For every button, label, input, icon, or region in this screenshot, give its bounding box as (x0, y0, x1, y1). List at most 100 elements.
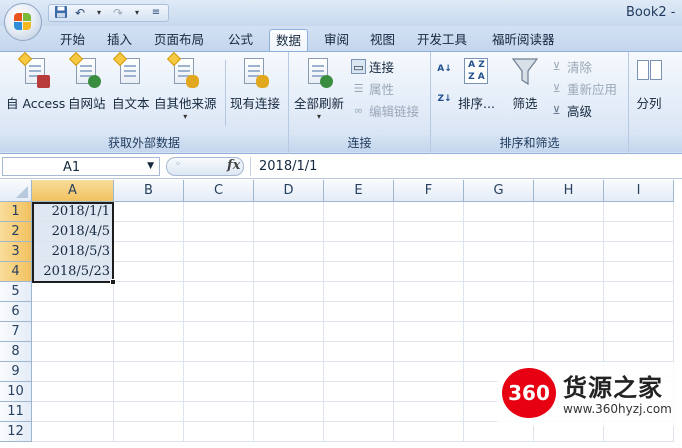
customize-icon[interactable]: ≡ (148, 5, 164, 21)
cell-d9[interactable] (254, 362, 324, 382)
cell-f8[interactable] (394, 342, 464, 362)
cell-c1[interactable] (184, 202, 254, 222)
tab-page-layout[interactable]: 页面布局 (148, 29, 210, 52)
cell-b5[interactable] (114, 282, 184, 302)
cell-i7[interactable] (604, 322, 674, 342)
cell-h1[interactable] (534, 202, 604, 222)
column-header-a[interactable]: A (32, 180, 114, 202)
cell-e1[interactable] (324, 202, 394, 222)
cell-b8[interactable] (114, 342, 184, 362)
row-header-5[interactable]: 5 (0, 282, 32, 302)
row-header-10[interactable]: 10 (0, 382, 32, 402)
cell-c4[interactable] (184, 262, 254, 282)
cell-h6[interactable] (534, 302, 604, 322)
column-header-b[interactable]: B (114, 180, 184, 202)
from-web-button[interactable]: 自网站 (68, 51, 106, 112)
cell-h8[interactable] (534, 342, 604, 362)
filter-button[interactable]: 筛选 (511, 56, 539, 112)
fill-handle[interactable] (110, 279, 116, 285)
cell-d5[interactable] (254, 282, 324, 302)
advanced-filter-button[interactable]: ⊻ 高级 (549, 101, 592, 120)
reapply-button[interactable]: ⊻ 重新应用 (549, 79, 617, 98)
cell-a1[interactable]: 2018/1/1 (32, 202, 114, 222)
cell-b9[interactable] (114, 362, 184, 382)
cell-i5[interactable] (604, 282, 674, 302)
row-header-3[interactable]: 3 (0, 242, 32, 262)
cell-f9[interactable] (394, 362, 464, 382)
existing-connections-button[interactable]: 现有连接 (230, 56, 280, 112)
column-header-c[interactable]: C (184, 180, 254, 202)
cell-f5[interactable] (394, 282, 464, 302)
row-header-4[interactable]: 4 (0, 262, 32, 282)
cell-f4[interactable] (394, 262, 464, 282)
chevron-down-icon[interactable]: ▼ (147, 161, 154, 171)
cell-f12[interactable] (394, 422, 464, 442)
cell-e12[interactable] (324, 422, 394, 442)
cell-c11[interactable] (184, 402, 254, 422)
cell-a5[interactable] (32, 282, 114, 302)
tab-view[interactable]: 视图 (364, 29, 401, 52)
cell-i2[interactable] (604, 222, 674, 242)
formula-input[interactable]: 2018/1/1 (250, 157, 682, 176)
cell-a10[interactable] (32, 382, 114, 402)
cell-i4[interactable] (604, 262, 674, 282)
cell-d12[interactable] (254, 422, 324, 442)
cell-e9[interactable] (324, 362, 394, 382)
cell-d11[interactable] (254, 402, 324, 422)
row-header-8[interactable]: 8 (0, 342, 32, 362)
cell-f10[interactable] (394, 382, 464, 402)
cell-e4[interactable] (324, 262, 394, 282)
office-button[interactable] (4, 3, 42, 41)
cell-f3[interactable] (394, 242, 464, 262)
cell-h7[interactable] (534, 322, 604, 342)
cell-e10[interactable] (324, 382, 394, 402)
cell-c6[interactable] (184, 302, 254, 322)
cell-g5[interactable] (464, 282, 534, 302)
tab-data[interactable]: 数据 (269, 29, 309, 52)
cell-h3[interactable] (534, 242, 604, 262)
cell-f7[interactable] (394, 322, 464, 342)
tab-review[interactable]: 审阅 (318, 29, 355, 52)
cell-d7[interactable] (254, 322, 324, 342)
undo-icon[interactable]: ↶ (72, 5, 88, 21)
cell-e2[interactable] (324, 222, 394, 242)
from-access-button[interactable]: 自 Access (6, 51, 65, 112)
cell-i8[interactable] (604, 342, 674, 362)
edit-links-button[interactable]: ∞ 编辑链接 (351, 101, 419, 120)
tab-formulas[interactable]: 公式 (222, 29, 259, 52)
refresh-all-button[interactable]: 全部刷新 ▾ (294, 56, 344, 121)
cell-a2[interactable]: 2018/4/5 (32, 222, 114, 242)
cell-i1[interactable] (604, 202, 674, 222)
redo-dropdown-icon[interactable]: ▾ (129, 5, 145, 21)
tab-insert[interactable]: 插入 (101, 29, 138, 52)
text-to-columns-button[interactable]: 分列 (635, 56, 663, 112)
cell-e3[interactable] (324, 242, 394, 262)
cell-c8[interactable] (184, 342, 254, 362)
cell-g8[interactable] (464, 342, 534, 362)
cell-g1[interactable] (464, 202, 534, 222)
column-header-g[interactable]: G (464, 180, 534, 202)
cell-b1[interactable] (114, 202, 184, 222)
row-header-9[interactable]: 9 (0, 362, 32, 382)
cell-e5[interactable] (324, 282, 394, 302)
cell-f2[interactable] (394, 222, 464, 242)
cell-d10[interactable] (254, 382, 324, 402)
sort-button[interactable]: A ZZ A 排序... (458, 56, 495, 112)
row-header-7[interactable]: 7 (0, 322, 32, 342)
cell-d6[interactable] (254, 302, 324, 322)
cell-e8[interactable] (324, 342, 394, 362)
cell-a11[interactable] (32, 402, 114, 422)
cell-d1[interactable] (254, 202, 324, 222)
cell-g2[interactable] (464, 222, 534, 242)
cell-b2[interactable] (114, 222, 184, 242)
cell-d2[interactable] (254, 222, 324, 242)
cell-b10[interactable] (114, 382, 184, 402)
tab-developer[interactable]: 开发工具 (411, 29, 473, 52)
row-header-12[interactable]: 12 (0, 422, 32, 442)
column-header-f[interactable]: F (394, 180, 464, 202)
cell-h4[interactable] (534, 262, 604, 282)
column-header-d[interactable]: D (254, 180, 324, 202)
cell-c5[interactable] (184, 282, 254, 302)
cell-g6[interactable] (464, 302, 534, 322)
cell-a4[interactable]: 2018/5/23 (32, 262, 114, 282)
